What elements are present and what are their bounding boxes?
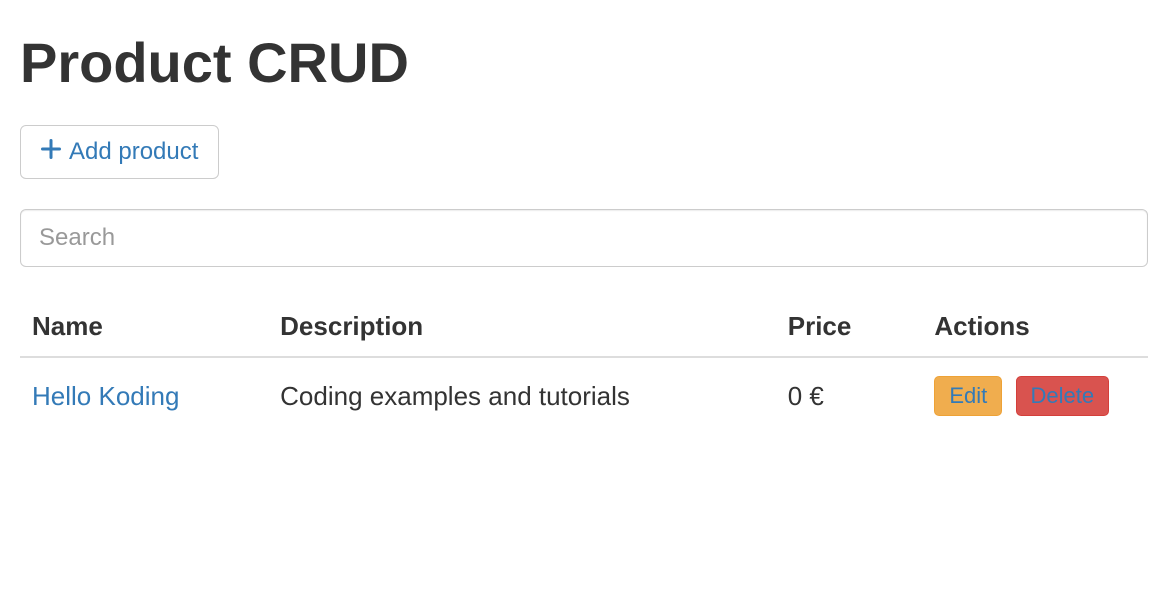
plus-icon (41, 139, 61, 165)
page-title: Product CRUD (20, 30, 1148, 95)
search-input[interactable] (20, 209, 1148, 267)
product-name-link[interactable]: Hello Koding (32, 381, 179, 411)
edit-button[interactable]: Edit (934, 376, 1002, 416)
table-header-price: Price (776, 297, 923, 357)
product-description: Coding examples and tutorials (268, 357, 776, 434)
add-product-label: Add product (69, 138, 198, 166)
table-header-name: Name (20, 297, 268, 357)
delete-button[interactable]: Delete (1016, 376, 1110, 416)
table-row: Hello Koding Coding examples and tutoria… (20, 357, 1148, 434)
table-header-description: Description (268, 297, 776, 357)
product-price: 0 € (776, 357, 923, 434)
add-product-button[interactable]: Add product (20, 125, 219, 179)
products-table: Name Description Price Actions Hello Kod… (20, 297, 1148, 434)
table-header-actions: Actions (922, 297, 1148, 357)
